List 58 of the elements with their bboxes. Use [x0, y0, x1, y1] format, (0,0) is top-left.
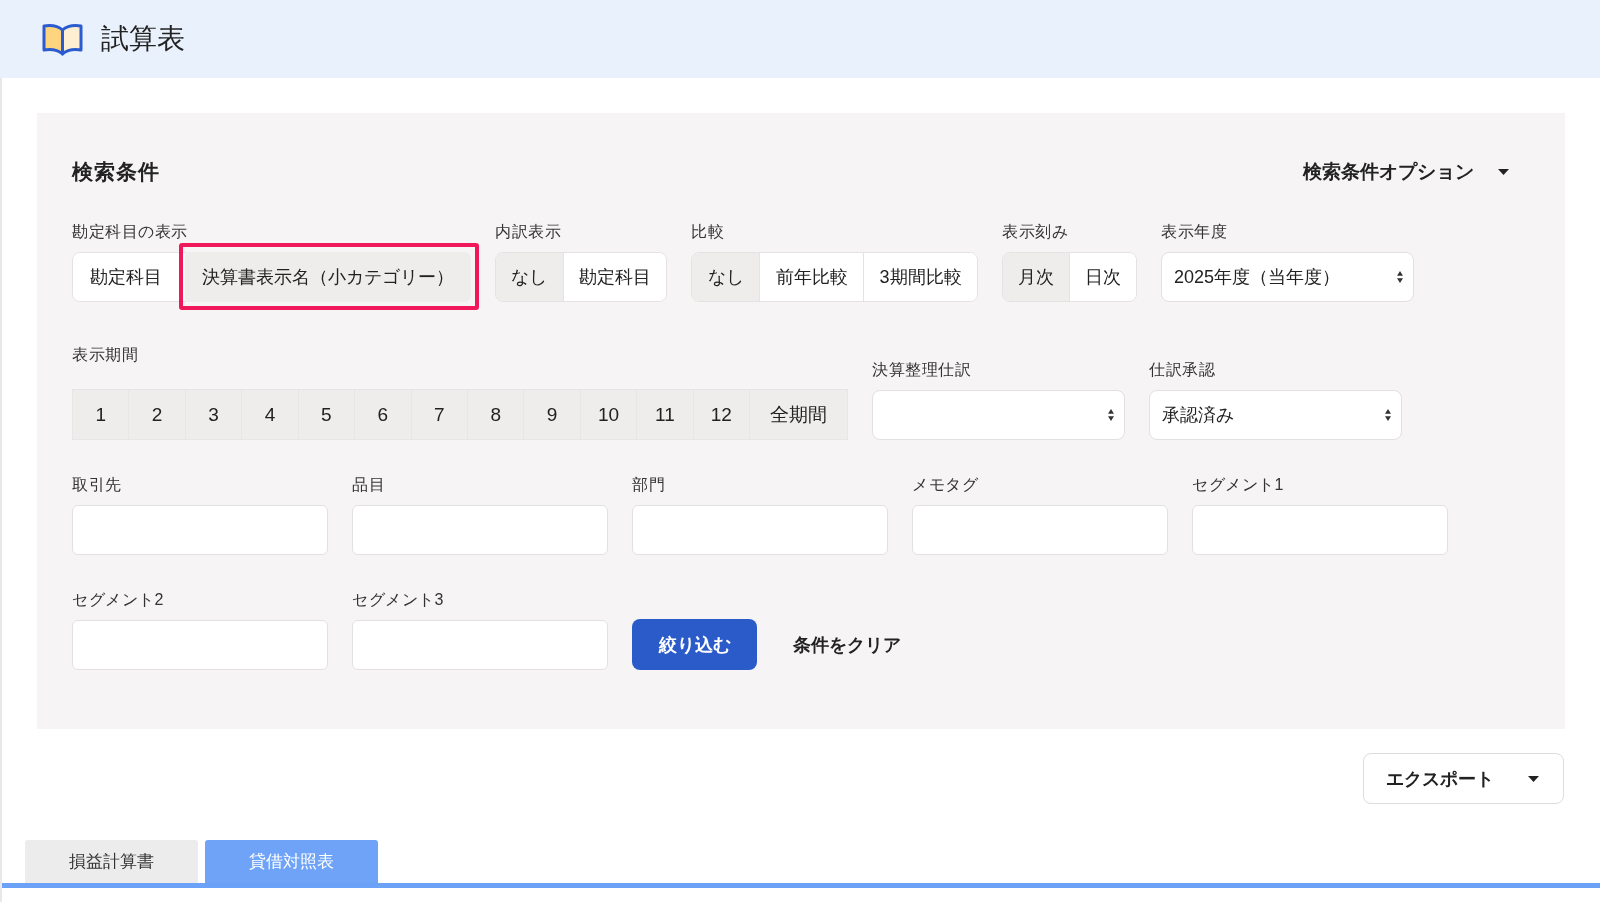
toggle-option[interactable]: 勘定科目: [562, 253, 666, 301]
panel-title: 検索条件: [72, 159, 160, 185]
open-book-icon: [41, 22, 84, 56]
period-option[interactable]: 10: [579, 390, 637, 439]
input-field[interactable]: [912, 505, 1168, 555]
toggle-option[interactable]: なし: [496, 253, 563, 301]
input-field[interactable]: [352, 505, 608, 555]
field-label: 表示年度: [1161, 222, 1227, 242]
period-option[interactable]: 7: [410, 390, 467, 439]
input-field[interactable]: [72, 620, 328, 670]
field-label: 表示期間: [72, 345, 138, 365]
input-field[interactable]: [352, 620, 608, 670]
select-field[interactable]: 2025年度（当年度）: [1161, 252, 1414, 302]
field-label: 勘定科目の表示: [72, 222, 188, 242]
toggle-option[interactable]: 日次: [1069, 253, 1136, 301]
field-label: セグメント3: [352, 590, 444, 610]
field-label: セグメント2: [72, 590, 164, 610]
toggle-option[interactable]: なし: [692, 253, 759, 301]
field-label: 内訳表示: [495, 222, 561, 242]
field-label: 決算整理仕訳: [872, 360, 971, 380]
field-label: メモタグ: [912, 475, 978, 495]
select-arrows-icon: [1385, 409, 1391, 421]
filter-button[interactable]: 絞り込む: [632, 619, 757, 670]
options-dropdown-button[interactable]: 検索条件オプション: [1303, 157, 1509, 187]
period-option[interactable]: 2: [128, 390, 185, 439]
period-option[interactable]: 6: [354, 390, 411, 439]
period-option[interactable]: 12: [692, 390, 750, 439]
toggle-option[interactable]: 月次: [1003, 253, 1069, 301]
field-label: 比較: [691, 222, 724, 242]
period-option[interactable]: 4: [241, 390, 298, 439]
select-field[interactable]: 承認済み: [1149, 390, 1402, 440]
select-arrows-icon: [1108, 409, 1114, 421]
field-label: 表示刻み: [1002, 222, 1068, 242]
input-field[interactable]: [1192, 505, 1448, 555]
period-option[interactable]: 9: [523, 390, 580, 439]
clear-conditions-button[interactable]: 条件をクリア: [793, 619, 901, 670]
field-label: 仕訳承認: [1149, 360, 1215, 380]
period-option[interactable]: 1: [73, 390, 129, 439]
page-title: 試算表: [101, 22, 185, 56]
select-field[interactable]: [872, 390, 1125, 440]
period-option[interactable]: 5: [297, 390, 355, 439]
field-label: セグメント1: [1192, 475, 1284, 495]
field-label: 部門: [632, 475, 665, 495]
period-option[interactable]: 全期間: [749, 390, 848, 439]
period-option[interactable]: 3: [184, 390, 242, 439]
select-arrows-icon: [1397, 271, 1403, 283]
export-button[interactable]: エクスポート: [1363, 753, 1564, 804]
input-field[interactable]: [632, 505, 888, 555]
field-label: 品目: [352, 475, 385, 495]
caret-down-icon: [1498, 169, 1509, 175]
field-label: 取引先: [72, 475, 122, 495]
caret-down-icon: [1528, 775, 1539, 782]
input-field[interactable]: [72, 505, 328, 555]
period-option[interactable]: 11: [636, 390, 693, 439]
toggle-option[interactable]: 決算書表示名（小カテゴリー）: [185, 252, 471, 302]
tab[interactable]: 損益計算書: [25, 840, 198, 883]
toggle-option[interactable]: 3期間比較: [863, 253, 977, 301]
period-option[interactable]: 8: [466, 390, 524, 439]
